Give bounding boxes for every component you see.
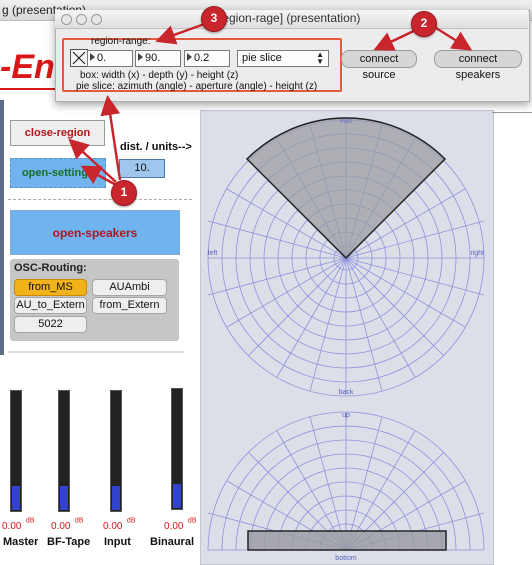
annotation-marker-1: 1 bbox=[111, 180, 137, 206]
annotation-marker-2: 2 bbox=[411, 11, 437, 37]
arrow-to-close-region bbox=[68, 138, 117, 183]
arrow-to-connect-speakers bbox=[435, 26, 473, 51]
annotation-arrows bbox=[68, 20, 473, 188]
arrow-to-open-settings bbox=[80, 165, 119, 188]
annotation-marker-3: 3 bbox=[201, 6, 227, 32]
arrow-to-presentation bbox=[100, 95, 122, 181]
